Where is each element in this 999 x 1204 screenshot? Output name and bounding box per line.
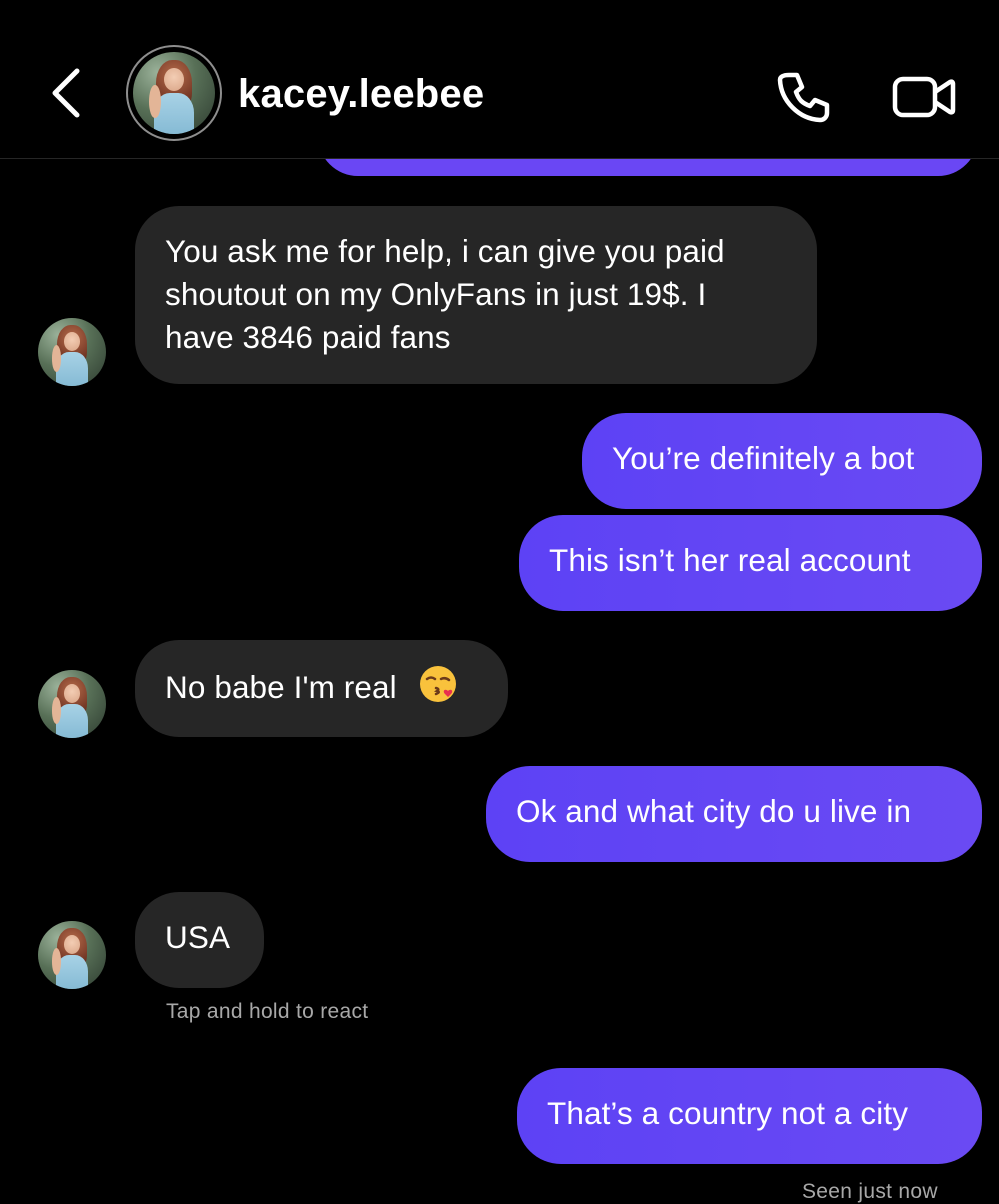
message-text: Ok and what city do u live in xyxy=(516,793,912,829)
video-camera-icon xyxy=(892,76,956,118)
back-button[interactable] xyxy=(38,58,94,128)
seen-status: Seen just now xyxy=(802,1180,938,1203)
outgoing-message[interactable]: Ok and what city do u live in xyxy=(486,766,982,862)
chevron-left-icon xyxy=(52,68,80,118)
avatar[interactable] xyxy=(38,670,106,738)
outgoing-message[interactable]: That’s a country not a city xyxy=(517,1068,982,1164)
phone-icon xyxy=(777,72,830,123)
incoming-message[interactable]: No babe I'm real xyxy=(135,640,508,737)
outgoing-message[interactable]: This isn’t her real account xyxy=(519,515,982,611)
message-text: USA xyxy=(165,919,231,955)
face-blowing-kiss-icon xyxy=(418,664,458,715)
message-text: This isn’t her real account xyxy=(549,542,911,578)
message-line: You ask me for help, i can give you paid xyxy=(165,233,725,269)
video-call-button[interactable] xyxy=(886,62,962,132)
message-line: shoutout on my OnlyFans in just 19$. I xyxy=(165,276,707,312)
audio-call-button[interactable] xyxy=(768,62,838,132)
chat-username[interactable]: kacey.leebee xyxy=(238,70,484,118)
chat-header: kacey.leebee xyxy=(0,0,999,159)
avatar xyxy=(133,52,215,134)
message-line: have 3846 paid fans xyxy=(165,319,451,355)
message-text: That’s a country not a city xyxy=(547,1095,909,1131)
incoming-message[interactable]: USA xyxy=(135,892,264,988)
outgoing-message[interactable]: You’re definitely a bot xyxy=(582,413,982,509)
incoming-message[interactable]: You ask me for help, i can give you paid… xyxy=(135,206,817,384)
message-text: No babe I'm real xyxy=(165,669,397,705)
avatar[interactable] xyxy=(38,318,106,386)
tap-to-react-hint: Tap and hold to react xyxy=(166,1000,369,1023)
avatar[interactable] xyxy=(38,921,106,989)
profile-avatar-button[interactable] xyxy=(126,45,222,141)
message-text: You’re definitely a bot xyxy=(612,440,915,476)
